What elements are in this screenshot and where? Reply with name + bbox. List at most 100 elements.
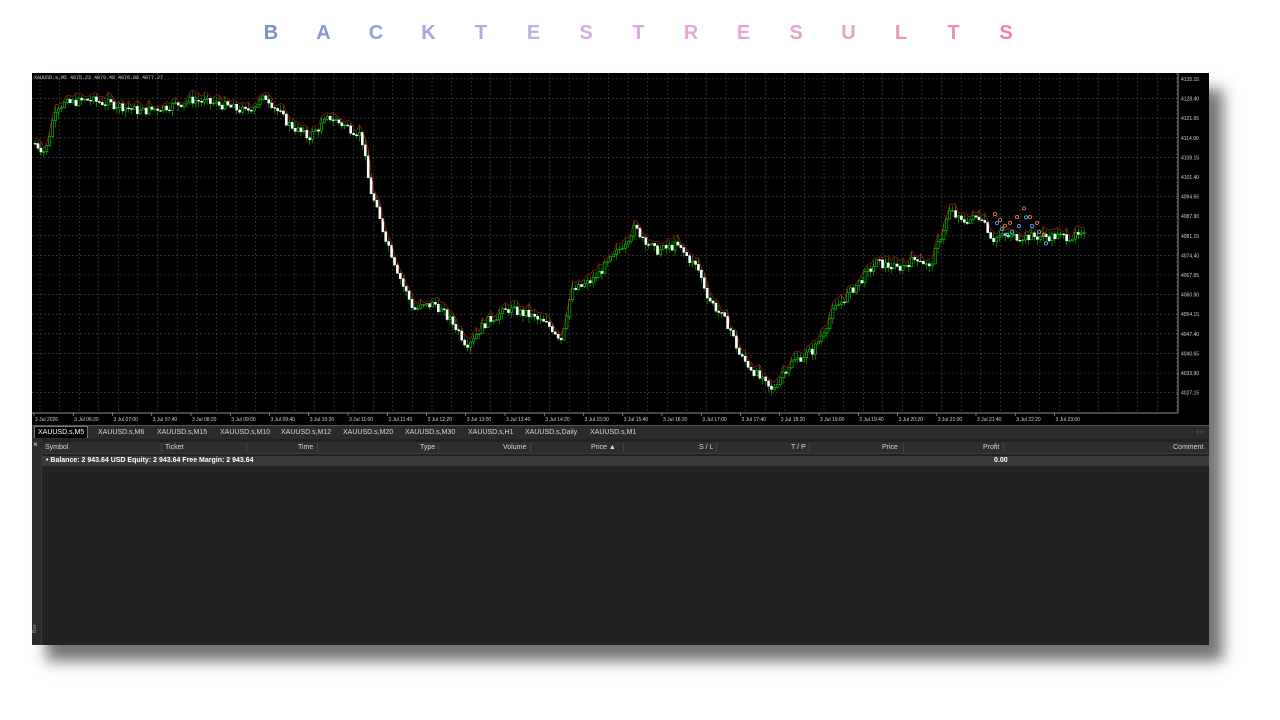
candle-body <box>247 108 250 111</box>
col-volume[interactable]: Volume <box>503 442 526 453</box>
col-profit[interactable]: Profit <box>983 442 999 453</box>
candle-body <box>989 232 992 239</box>
candle-body <box>594 277 598 279</box>
candle-body <box>209 97 212 104</box>
candle-body <box>638 227 642 238</box>
candle-body <box>714 302 718 312</box>
candle-body <box>968 219 972 224</box>
candle-body <box>673 241 677 251</box>
candle-body <box>539 318 542 321</box>
balance-summary: • Balance: 2 943.64 USD Equity: 2 943.64… <box>46 457 254 464</box>
candle-body <box>475 333 478 340</box>
time-label: 3 Jul 13:40 <box>506 417 531 423</box>
candle-body <box>159 110 163 112</box>
tab-xauusd-s-m5[interactable]: XAUUSD.s,M5 <box>34 426 89 438</box>
candle-body <box>732 330 735 337</box>
candle-body <box>597 271 601 278</box>
candle-body <box>653 243 656 246</box>
candle-body <box>133 106 136 110</box>
tab-xauusd-s-m30[interactable]: XAUUSD.s,M30 <box>402 427 458 438</box>
col-price-current[interactable]: Price <box>882 442 898 453</box>
tab-xauusd-s-m1[interactable]: XAUUSD.s,M1 <box>587 427 639 438</box>
candle-body <box>802 357 805 362</box>
candle-body <box>916 259 919 262</box>
price-label: 4094.65 <box>1181 195 1199 201</box>
candle-body <box>1082 232 1086 234</box>
price-chart[interactable]: 4135.15 4128.40 4121.65 4114.90 4108.15 4101.… <box>32 73 1209 425</box>
title-letter: B <box>263 22 279 44</box>
col-symbol[interactable]: Symbol <box>45 442 68 453</box>
title-letter: T <box>474 22 488 44</box>
time-label: 3 Jul 23:00 <box>1056 417 1081 423</box>
tab-xauusd-s-m20[interactable]: XAUUSD.s,M20 <box>340 427 396 438</box>
time-label: 3 Jul 08:20 <box>192 417 217 423</box>
candle-body <box>615 249 618 255</box>
candle-body <box>799 357 803 362</box>
candle-body <box>553 331 557 335</box>
candle-body <box>621 248 624 250</box>
tab-xauusd-s-m12[interactable]: XAUUSD.s,M12 <box>278 427 334 438</box>
candle-body <box>299 127 303 132</box>
col-time[interactable]: Time <box>298 442 313 453</box>
candle-body <box>121 103 125 112</box>
candle-body <box>273 107 277 109</box>
candle-body <box>42 151 46 153</box>
candle-body <box>854 285 858 293</box>
col-type[interactable]: Type <box>420 442 435 453</box>
candle-body <box>1079 232 1083 235</box>
candle-body <box>948 210 952 220</box>
candle-body <box>203 99 206 103</box>
col-comment[interactable]: Comment <box>1173 442 1203 453</box>
candle-body <box>644 237 648 245</box>
candle-body <box>498 313 502 320</box>
candle-body <box>849 287 852 294</box>
candle-body <box>927 263 931 267</box>
candle-body <box>188 96 192 103</box>
tab-xauusd-s-m15[interactable]: XAUUSD.s,M15 <box>154 427 210 438</box>
candle-body <box>819 335 823 342</box>
candle-body <box>884 262 887 269</box>
trade-marker-sell <box>1022 206 1027 211</box>
candle-body <box>296 127 300 132</box>
candle-body <box>641 236 645 239</box>
side-label: Box <box>32 624 38 633</box>
candle-body <box>793 358 797 362</box>
candle-body <box>591 277 595 284</box>
candle-body <box>1012 234 1016 236</box>
candle-body <box>580 284 583 287</box>
col-ticket[interactable]: Ticket <box>165 442 183 453</box>
candle-body <box>469 341 472 348</box>
col-price[interactable]: Price ▲ <box>591 442 616 453</box>
candle-body <box>98 101 101 103</box>
candle-body <box>983 220 987 223</box>
candle-body <box>954 210 957 218</box>
tab-xauusd-s-m10[interactable]: XAUUSD.s,M10 <box>217 427 273 438</box>
balance-row[interactable]: • Balance: 2 943.64 USD Equity: 2 943.64… <box>41 456 1209 466</box>
col-tp[interactable]: T / P <box>791 442 806 453</box>
candle-body <box>860 280 864 284</box>
candle-body <box>390 245 393 258</box>
candle-body <box>334 119 338 121</box>
candle-body <box>214 101 218 104</box>
candle-body <box>384 231 388 242</box>
candle-body <box>267 99 271 104</box>
close-icon[interactable]: × <box>33 441 38 449</box>
tab-xauusd-s-m6[interactable]: XAUUSD.s,M6 <box>95 427 147 438</box>
candle-body <box>130 108 133 110</box>
col-sl[interactable]: S / L <box>699 442 713 453</box>
candle-body <box>480 323 484 334</box>
candle-body <box>323 118 326 124</box>
candle-body <box>717 310 721 313</box>
candle-body <box>1039 236 1042 240</box>
tab-scroll-arrows[interactable]: ‹ › <box>1196 426 1203 439</box>
tab-xauusd-s-daily[interactable]: XAUUSD.s,Daily <box>522 427 580 438</box>
time-label: 3 Jul 15:40 <box>624 417 649 423</box>
candle-body <box>171 103 174 111</box>
candle-body <box>1033 232 1036 238</box>
tab-xauusd-s-h1[interactable]: XAUUSD.s,H1 <box>465 427 517 438</box>
candle-body <box>83 98 87 101</box>
table-header: Symbol Ticket Time Type Volume Price ▲ S… <box>41 442 1209 454</box>
time-label: 3 Jul 17:00 <box>702 417 727 423</box>
candle-body <box>109 99 113 103</box>
candle-body <box>778 377 782 385</box>
